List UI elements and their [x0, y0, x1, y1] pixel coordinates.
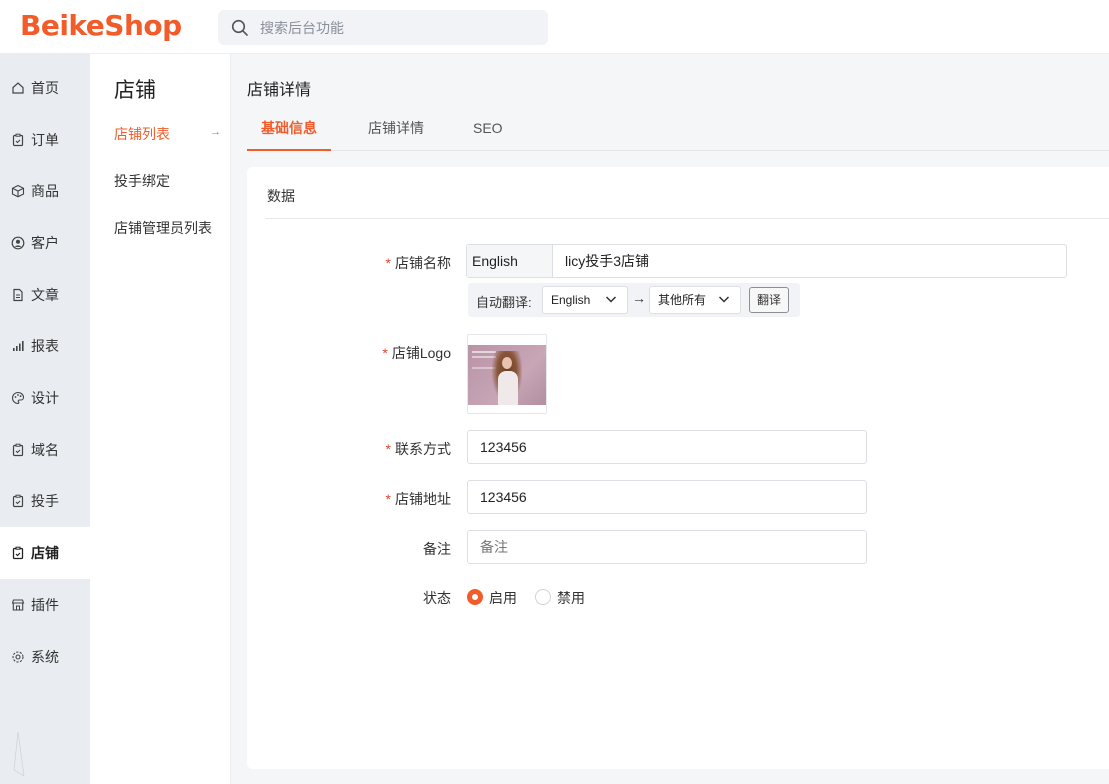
section-title: 数据 — [267, 188, 295, 204]
required-mark: * — [385, 441, 391, 457]
nav-label: 系统 — [31, 649, 59, 665]
nav-label: 插件 — [31, 597, 59, 613]
nav-item-domains[interactable]: 域名 — [0, 424, 90, 476]
nav-item-stores[interactable]: 店铺 — [0, 527, 90, 579]
translate-from-select[interactable]: English — [542, 286, 628, 314]
nav-label: 订单 — [31, 132, 59, 148]
nav-label: 文章 — [31, 287, 59, 303]
translate-button[interactable]: 翻译 — [749, 287, 789, 313]
contact-label: * 联系方式 — [377, 439, 451, 459]
nav-label: 报表 — [31, 338, 59, 354]
store-name-field[interactable]: English licy投手3店铺 — [466, 244, 1067, 278]
nav-item-articles[interactable]: 文章 — [0, 269, 90, 321]
subnav-item-store-list[interactable]: 店铺列表 — [114, 124, 170, 144]
nav-item-products[interactable]: 商品 — [0, 165, 90, 217]
translate-to-select[interactable]: 其他所有 — [649, 286, 741, 314]
nav-item-home[interactable]: 首页 — [0, 62, 90, 114]
image-face — [502, 357, 512, 369]
document-icon — [13, 288, 23, 302]
clipboard-icon — [12, 133, 24, 147]
arrow-right-icon: → — [632, 290, 646, 306]
auto-translate-bar: 自动翻译: English → 其他所有 翻译 — [468, 283, 800, 317]
search-icon — [231, 19, 248, 36]
remark-input[interactable] — [467, 530, 867, 564]
clipboard-icon — [12, 494, 24, 508]
nav-item-system[interactable]: 系统 — [0, 631, 90, 683]
nav-label: 客户 — [31, 235, 59, 251]
label-text: 联系方式 — [395, 441, 451, 457]
tab-store-details[interactable]: 店铺详情 — [368, 110, 424, 151]
select-value: 其他所有 — [658, 293, 707, 307]
main-sidebar: 首页 订单 商品 客户 文章 报表 设计 域名 投手 店铺 插件 系统 — [0, 54, 90, 784]
address-input[interactable] — [467, 480, 867, 514]
top-header: BeikeShop — [0, 0, 1109, 54]
search-box[interactable] — [218, 10, 548, 45]
nav-item-plugins[interactable]: 插件 — [0, 579, 90, 631]
store-icon — [11, 599, 25, 611]
user-circle-icon — [11, 236, 25, 250]
label-text: 店铺Logo — [391, 345, 451, 361]
clipboard-icon — [12, 546, 24, 560]
auto-translate-label: 自动翻译: — [476, 295, 532, 310]
gear-icon — [12, 651, 24, 663]
required-mark: * — [385, 255, 391, 271]
app-logo[interactable]: BeikeShop — [20, 9, 182, 42]
subnav-item-store-admins[interactable]: 店铺管理员列表 — [114, 218, 212, 238]
logo-image — [468, 345, 546, 405]
nav-item-pitchers[interactable]: 投手 — [0, 475, 90, 527]
clipboard-icon — [12, 443, 24, 457]
status-label: 状态 — [423, 590, 451, 606]
nav-label: 店铺 — [31, 545, 59, 561]
contact-input[interactable] — [467, 430, 867, 464]
nav-label: 商品 — [31, 183, 59, 199]
label-text: 店铺名称 — [395, 255, 451, 271]
box-icon — [11, 184, 25, 198]
nav-label: 首页 — [31, 80, 59, 96]
sub-sidebar: 店铺 店铺列表 → 投手绑定 店铺管理员列表 — [90, 54, 231, 784]
required-mark: * — [385, 491, 391, 507]
nav-item-customers[interactable]: 客户 — [0, 217, 90, 269]
subnav-item-pitcher-binding[interactable]: 投手绑定 — [114, 171, 170, 191]
bar-chart-icon — [13, 341, 24, 351]
tab-seo[interactable]: SEO — [473, 110, 503, 151]
status-enabled-radio[interactable] — [467, 589, 483, 605]
store-logo-label: * 店铺Logo — [367, 343, 451, 363]
nav-label: 设计 — [31, 390, 59, 406]
image-body — [498, 371, 518, 405]
required-mark: * — [382, 345, 388, 361]
subnav-title: 店铺 — [114, 79, 156, 102]
divider — [265, 218, 1109, 219]
home-icon — [12, 82, 24, 94]
chevron-down-icon — [605, 296, 617, 303]
remark-label: 备注 — [423, 541, 451, 557]
decorative-line-art — [13, 731, 25, 777]
nav-label: 投手 — [31, 493, 59, 509]
address-label: * 店铺地址 — [377, 489, 451, 509]
nav-label: 域名 — [31, 442, 59, 458]
status-disabled-radio[interactable] — [535, 589, 551, 605]
tab-basic-info[interactable]: 基础信息 — [247, 110, 331, 151]
store-name-label: * 店铺名称 — [377, 253, 451, 273]
page-title: 店铺详情 — [247, 82, 312, 99]
nav-item-design[interactable]: 设计 — [0, 372, 90, 424]
nav-item-orders[interactable]: 订单 — [0, 114, 90, 166]
status-enabled-label[interactable]: 启用 — [489, 588, 517, 608]
select-value: English — [551, 293, 591, 307]
nav-item-reports[interactable]: 报表 — [0, 320, 90, 372]
chevron-down-icon — [718, 296, 730, 303]
form-card: 数据 * 店铺名称 English licy投手3店铺 自动翻译: English… — [247, 167, 1109, 769]
language-prefix: English — [467, 245, 553, 277]
store-name-input[interactable]: licy投手3店铺 — [565, 245, 649, 277]
status-disabled-label[interactable]: 禁用 — [557, 588, 585, 608]
arrow-right-icon: → — [210, 126, 221, 138]
main-content: 店铺详情 基础信息 店铺详情 SEO 数据 * 店铺名称 English licy… — [231, 54, 1109, 784]
store-logo-upload[interactable] — [467, 334, 547, 414]
label-text: 店铺地址 — [395, 491, 451, 507]
search-input[interactable] — [260, 10, 540, 45]
palette-icon — [12, 391, 25, 405]
tab-bar: 基础信息 店铺详情 SEO — [247, 110, 1109, 151]
